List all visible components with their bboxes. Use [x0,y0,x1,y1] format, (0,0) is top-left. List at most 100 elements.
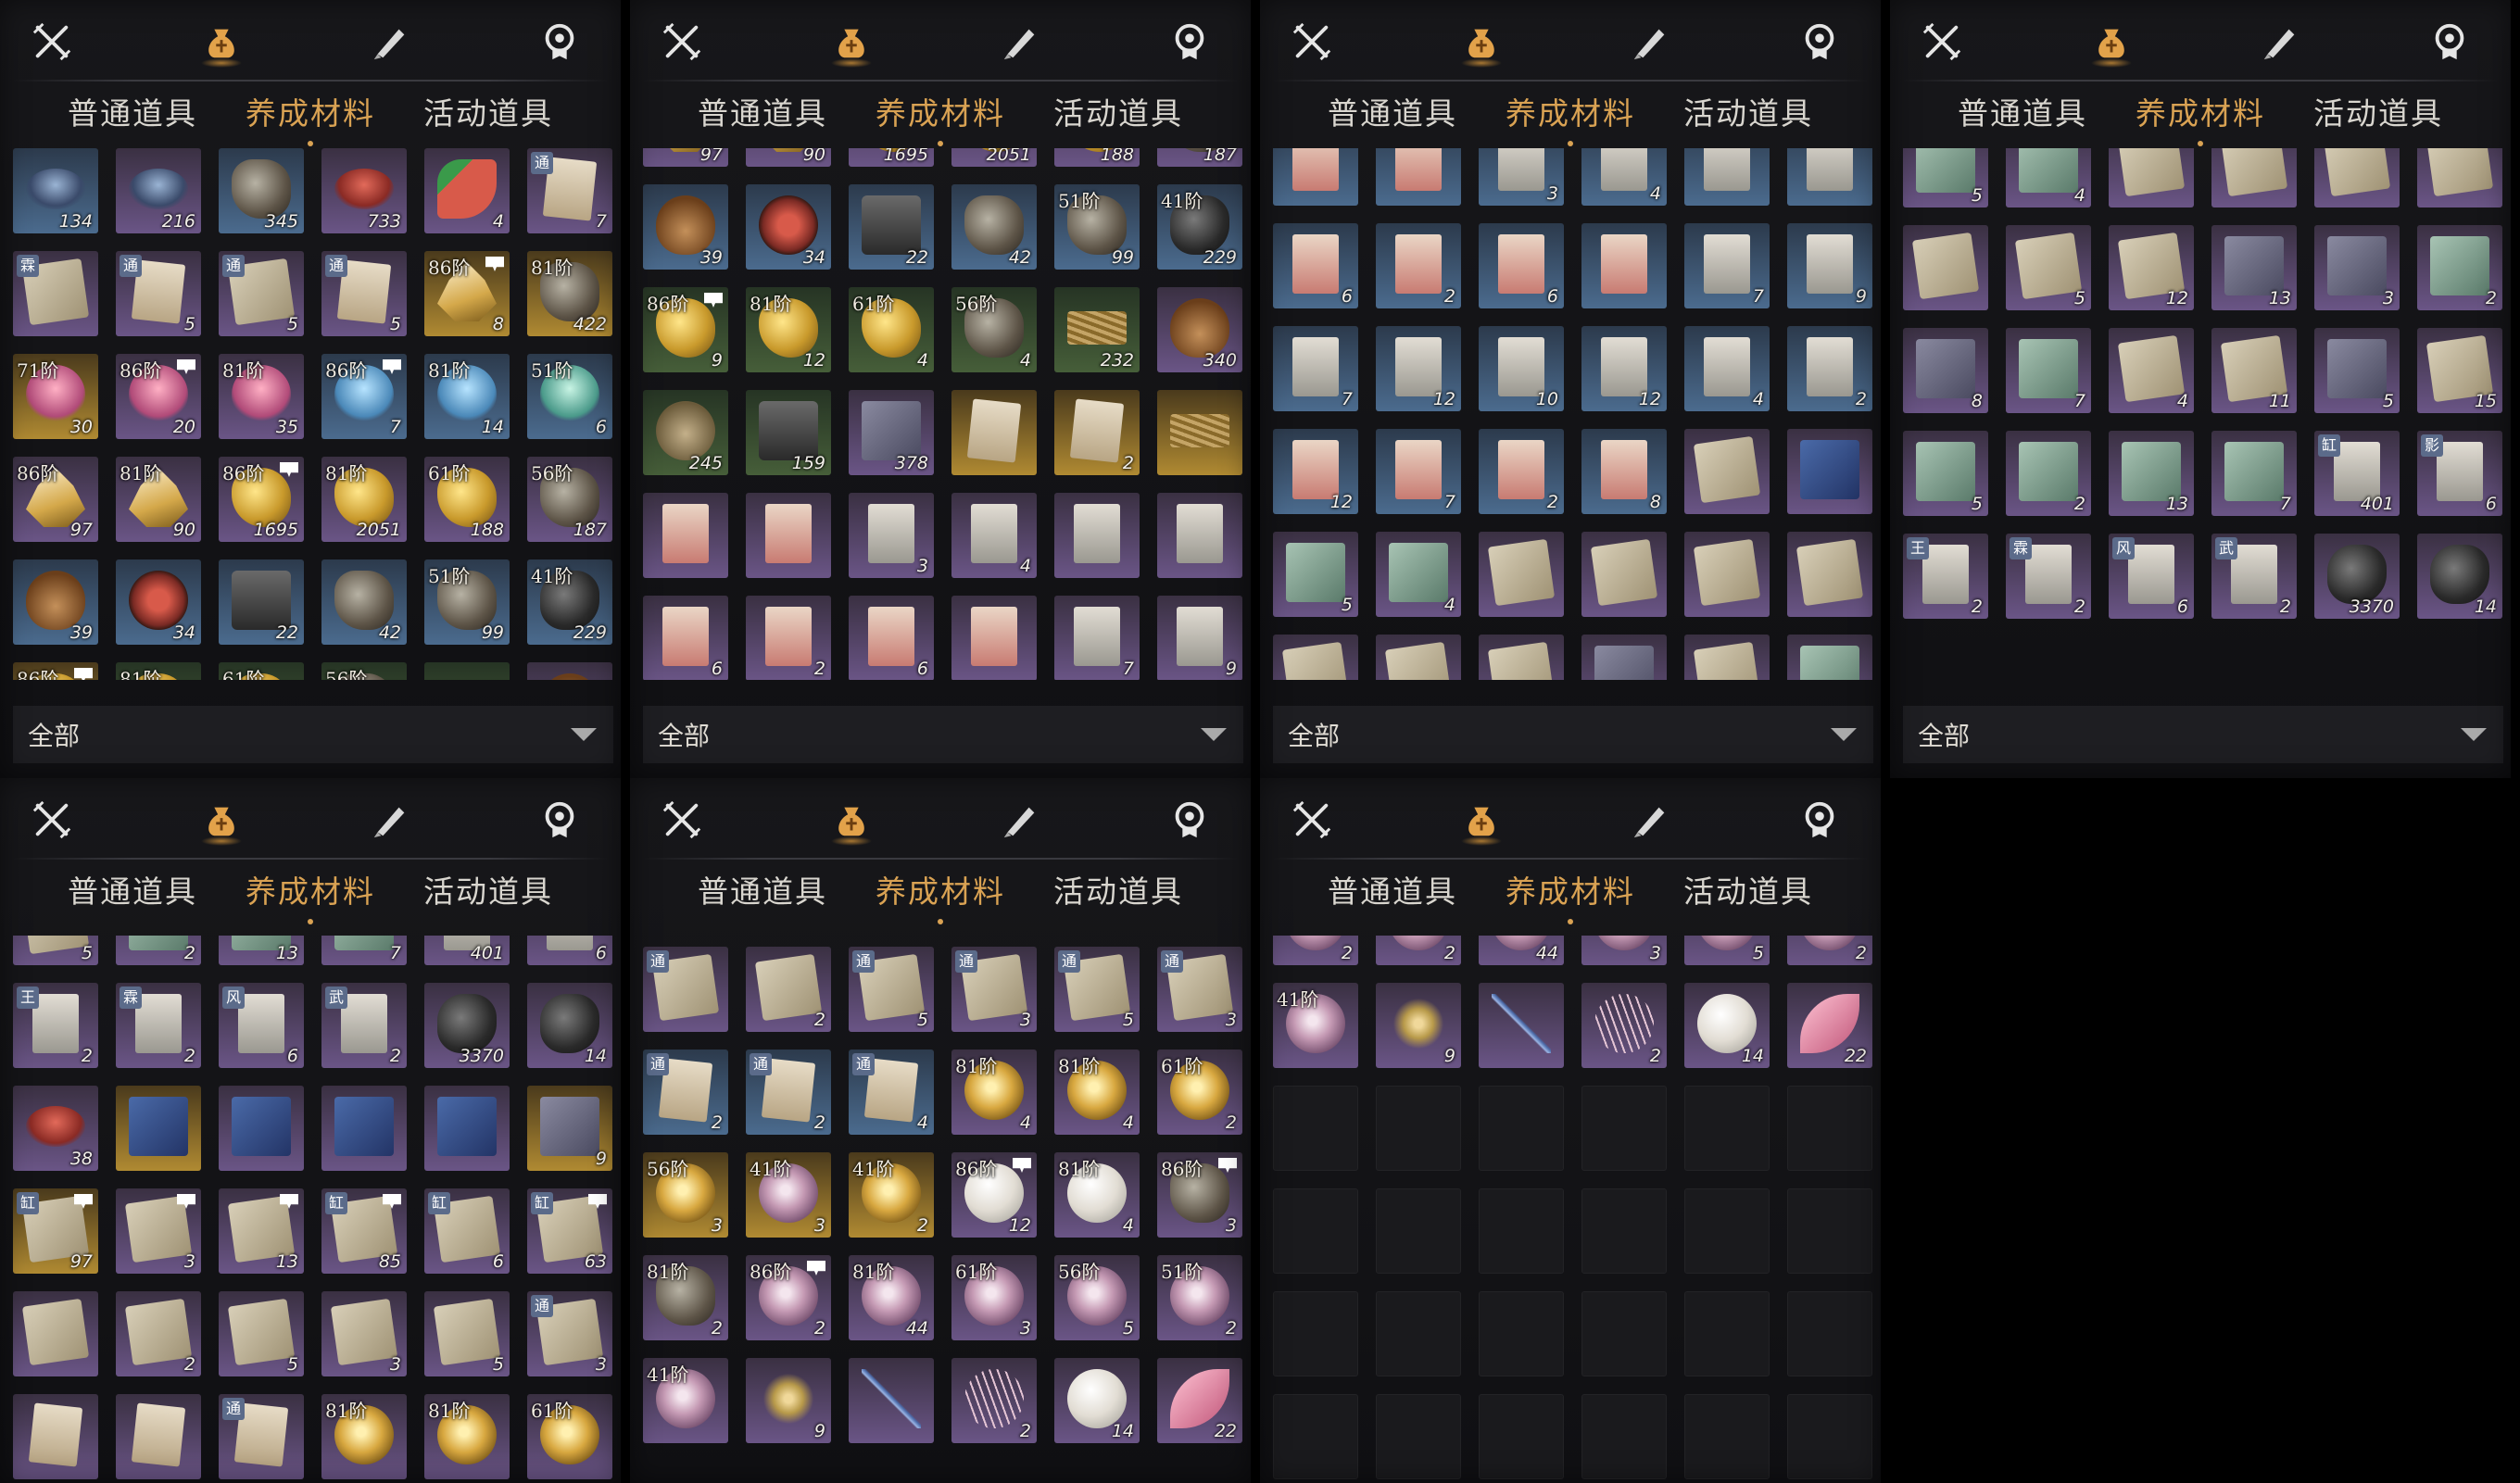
item-slot[interactable]: 2 [1376,936,1461,965]
filter-dropdown[interactable]: 全部 [643,706,1243,763]
scroll-brush-icon[interactable] [2254,16,2306,68]
item-slot[interactable] [2417,148,2502,207]
item-slot[interactable]: 缸6 [424,1188,510,1274]
item-slot[interactable]: 44 [1479,936,1564,965]
item-slot[interactable]: 8 [1581,429,1667,514]
item-slot[interactable]: 61阶 3 [951,1255,1037,1340]
item-slot[interactable]: 14 [527,983,612,1068]
item-slot[interactable]: 2 [2417,225,2502,310]
item-slot[interactable]: 13 [2109,431,2194,516]
item-slot[interactable]: 3 [116,1188,201,1274]
item-slot[interactable] [1903,225,1988,310]
item-slot[interactable]: 4 [1684,326,1770,411]
item-slot[interactable]: 90 [746,148,831,167]
tab-event-items[interactable]: 活动道具 [418,867,559,915]
item-slot[interactable]: 14 [1684,983,1770,1068]
item-slot[interactable] [1273,148,1358,206]
item-slot[interactable] [1479,532,1564,617]
item-slot[interactable]: 影6 [2417,431,2502,516]
item-slot[interactable]: 通5 [321,251,407,336]
item-slot[interactable] [1054,493,1140,578]
item-slot[interactable]: 86阶 [13,662,98,680]
item-slot[interactable] [1157,390,1242,475]
item-slot[interactable] [2314,148,2400,207]
item-slot[interactable]: 56阶 [321,662,407,680]
item-slot[interactable]: 3370 [2314,534,2400,619]
item-slot[interactable]: 3 [1581,936,1667,965]
item-slot[interactable]: 39 [13,559,98,645]
crossed-swords-icon[interactable] [1286,16,1338,68]
crossed-swords-icon[interactable] [656,16,708,68]
item-slot[interactable]: 2 [1376,223,1461,308]
item-slot[interactable] [1787,148,1872,206]
item-slot[interactable]: 5 [2006,225,2091,310]
item-slot[interactable] [1787,532,1872,617]
item-slot[interactable]: 2 [1581,983,1667,1068]
item-slot[interactable]: 86阶 7 [321,354,407,439]
item-slot[interactable]: 340 [1157,287,1242,372]
item-slot[interactable]: 41阶 229 [1157,184,1242,270]
item-slot[interactable]: 5 [1903,431,1988,516]
item-slot[interactable]: 缸 85 [321,1188,407,1274]
crossed-swords-icon[interactable] [26,794,78,846]
item-slot[interactable]: 733 [321,148,407,233]
item-slot[interactable]: 56阶 187 [527,457,612,542]
item-slot[interactable]: 13 [219,936,304,965]
item-slot[interactable]: 81阶 90 [116,457,201,542]
item-slot[interactable]: 1695 [849,148,934,167]
item-slot[interactable]: 81阶 4 [1054,1152,1140,1238]
item-slot[interactable]: 81阶 2 [643,1255,728,1340]
item-slot[interactable]: 4 [2109,328,2194,413]
item-slot[interactable]: 13 [2211,225,2297,310]
item-slot[interactable]: 51阶 6 [527,354,612,439]
item-slot[interactable] [219,1086,304,1171]
item-slot[interactable]: 通 [219,1394,304,1479]
item-slot[interactable]: 通5 [219,251,304,336]
tab-event-items[interactable]: 活动道具 [2308,89,2449,137]
item-slot[interactable]: 7 [1273,326,1358,411]
item-slot[interactable]: 41阶 [1273,983,1358,1068]
item-slot[interactable]: 4 [951,493,1037,578]
tab-growth-materials[interactable]: 养成材料 [240,867,381,915]
item-slot[interactable]: 71阶 30 [13,354,98,439]
item-slot[interactable] [951,390,1037,475]
item-slot[interactable]: 5 [13,936,98,965]
item-slot[interactable]: 武2 [2211,534,2297,619]
item-slot[interactable]: 2 [1479,429,1564,514]
money-bag-icon[interactable] [825,794,877,846]
item-slot[interactable]: 51阶 2 [1157,1255,1242,1340]
item-grid-viewport[interactable]: 3 4 6 2 6 7 9 7 12 10 12 4 2 12 7 2 8 5 4 [1273,148,1875,680]
crossed-swords-icon[interactable] [26,16,78,68]
item-slot[interactable]: 81阶 [321,1394,407,1479]
filter-dropdown[interactable]: 全部 [1273,706,1873,763]
item-slot[interactable]: 38 [13,1086,98,1171]
item-slot[interactable]: 188 [1054,148,1140,167]
scroll-brush-icon[interactable] [994,794,1046,846]
item-slot[interactable]: 通 [643,947,728,1032]
item-slot[interactable]: 41阶 3 [746,1152,831,1238]
item-slot[interactable]: 97 [643,148,728,167]
item-slot[interactable] [13,1291,98,1376]
item-grid-viewport[interactable]: 134 216 345 733 4 通 7 霖通 5 通 5 通 5 86阶 8 81阶 422 71阶 30 86阶… [13,148,615,680]
item-slot[interactable] [116,1394,201,1479]
item-slot[interactable]: 霖2 [116,983,201,1068]
item-slot[interactable]: 81阶 4 [1054,1049,1140,1135]
money-bag-icon[interactable] [195,794,247,846]
item-slot[interactable]: 2 [116,1291,201,1376]
item-slot[interactable]: 7 [1376,429,1461,514]
item-slot[interactable]: 41阶 [643,1358,728,1443]
tab-growth-materials[interactable]: 养成材料 [1500,867,1641,915]
item-slot[interactable]: 42 [321,559,407,645]
item-slot[interactable]: 2 [746,947,831,1032]
item-slot[interactable]: 7 [2006,328,2091,413]
item-slot[interactable]: 378 [849,390,934,475]
scroll-brush-icon[interactable] [1624,794,1676,846]
item-slot[interactable]: 345 [219,148,304,233]
item-slot[interactable] [1787,635,1872,680]
item-slot[interactable]: 通2 [746,1049,831,1135]
item-slot[interactable]: 56阶 5 [1054,1255,1140,1340]
item-slot[interactable]: 41阶 2 [849,1152,934,1238]
item-slot[interactable]: 81阶 4 [951,1049,1037,1135]
tab-growth-materials[interactable]: 养成材料 [240,89,381,137]
item-slot[interactable]: 2 [1273,936,1358,965]
